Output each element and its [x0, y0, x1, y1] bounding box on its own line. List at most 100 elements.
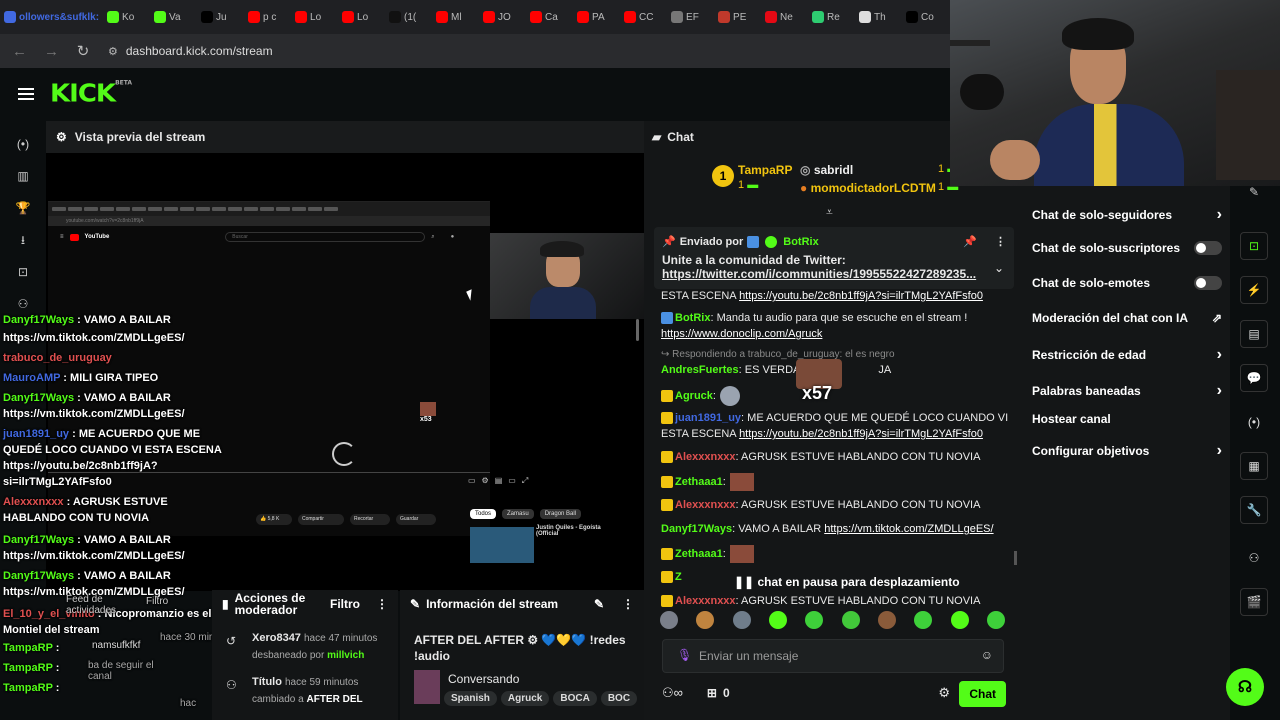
browser-tab[interactable]: Ko: [103, 4, 150, 30]
more-icon[interactable]: ⋮: [995, 235, 1006, 248]
tag[interactable]: Agruck: [500, 691, 550, 706]
chat-setting-item[interactable]: Moderación del chat con IA ⇗: [1032, 311, 1222, 325]
broadcast-icon[interactable]: (•): [1240, 408, 1268, 436]
chat-link[interactable]: https://youtu.be/2c8nb1ff9jA?si=ilrTMgL2…: [739, 290, 983, 302]
broadcast-icon[interactable]: (•): [15, 136, 31, 152]
chat-link[interactable]: https://vm.tiktok.com/ZMDLLgeES/: [824, 523, 993, 535]
chevron-right-icon[interactable]: ›: [1217, 382, 1222, 400]
browser-tab[interactable]: PE: [714, 4, 761, 30]
download-icon[interactable]: ⭳: [15, 232, 31, 248]
camera-frame-icon[interactable]: ⊡: [1240, 232, 1268, 260]
pin-toggle-icon[interactable]: 📌: [963, 235, 977, 248]
browser-tab[interactable]: Lo: [291, 4, 338, 30]
browser-tab[interactable]: ollowers&sufklk:: [0, 4, 103, 30]
chat-username[interactable]: Alexxxnxxx: [675, 595, 736, 607]
emote-icon[interactable]: [914, 611, 933, 629]
emote-icon[interactable]: [805, 611, 824, 629]
emoji-icon[interactable]: ☺: [981, 648, 993, 662]
scan-icon[interactable]: ⊡: [15, 264, 31, 280]
browser-tab[interactable]: Co: [902, 4, 949, 30]
collapse-icon[interactable]: ⩡: [826, 205, 833, 220]
chat-link[interactable]: https://youtu.be/2c8nb1ff9jA?si=ilrTMgL2…: [739, 428, 983, 440]
emote-icon[interactable]: [841, 611, 860, 629]
users-infinity-icon[interactable]: ⚇∞: [662, 685, 683, 701]
support-headset-icon[interactable]: ☊: [1226, 668, 1264, 706]
chevron-down-icon[interactable]: ⌄: [994, 261, 1004, 275]
layout-icon[interactable]: ▦: [1240, 452, 1268, 480]
more-icon[interactable]: ⋮: [622, 597, 634, 611]
emote-icon[interactable]: [768, 611, 787, 629]
mod-item-by[interactable]: millvich: [327, 650, 364, 661]
browser-tab[interactable]: JO: [479, 4, 526, 30]
emote-icon[interactable]: [696, 611, 715, 629]
chat-username[interactable]: juan1891_uy: [675, 412, 741, 424]
chat-username[interactable]: Z: [675, 571, 682, 583]
mod-item-user[interactable]: Xero8347: [252, 632, 301, 644]
gifter-name[interactable]: ● momodictadorLCDTM: [800, 181, 936, 195]
browser-tab[interactable]: PA: [573, 4, 620, 30]
chat-scrollbar[interactable]: [1014, 551, 1017, 565]
trophy-icon[interactable]: 🏆: [15, 200, 31, 216]
preview-scrollbar[interactable]: [636, 319, 639, 341]
more-icon[interactable]: ⋮: [376, 597, 388, 611]
emote-icon[interactable]: [877, 611, 896, 629]
chat-input[interactable]: 🎙 Enviar un mensaje ☺: [662, 639, 1004, 673]
chat-setting-item[interactable]: Configurar objetivos ›: [1032, 442, 1222, 460]
send-chat-button[interactable]: Chat: [959, 681, 1006, 707]
chat-username[interactable]: AndresFuertes: [661, 364, 739, 376]
back-icon[interactable]: ←: [12, 43, 27, 60]
chat-setting-item[interactable]: Palabras baneadas ›: [1032, 382, 1222, 400]
url-field[interactable]: ⚙ dashboard.kick.com/stream: [108, 44, 273, 58]
tag[interactable]: BOC: [600, 691, 638, 706]
lightning-icon[interactable]: ⚡: [1240, 276, 1268, 304]
settings-gear-icon[interactable]: ⚙: [938, 685, 950, 701]
kick-logo[interactable]: KICKBETA: [50, 80, 132, 109]
tag[interactable]: BOCA: [553, 691, 597, 706]
pinned-user[interactable]: BotRix: [783, 236, 818, 248]
browser-tab[interactable]: EF: [667, 4, 714, 30]
chat-username[interactable]: Danyf17Ways: [661, 523, 732, 535]
edit-icon[interactable]: ✎: [594, 597, 604, 611]
menu-icon[interactable]: [18, 88, 34, 100]
chat-setting-item[interactable]: Chat de solo-seguidores ›: [1032, 206, 1222, 224]
browser-tab[interactable]: (1(: [385, 4, 432, 30]
chevron-right-icon[interactable]: ›: [1217, 346, 1222, 364]
toggle-switch[interactable]: [1194, 276, 1222, 290]
browser-tab[interactable]: Lo: [338, 4, 385, 30]
chat-link[interactable]: https://www.donoclip.com/Agruck: [661, 328, 822, 340]
chat-setting-item[interactable]: Chat de solo-emotes: [1032, 276, 1222, 290]
mod-item-user[interactable]: Título: [252, 676, 282, 688]
clapperboard-icon[interactable]: 🎬: [1240, 588, 1268, 616]
pinned-link[interactable]: https://twitter.com/i/communities/199555…: [662, 267, 980, 281]
browser-tab[interactable]: Ml: [432, 4, 479, 30]
gifter-name[interactable]: ◎ sabridl: [800, 163, 853, 177]
microphone-icon[interactable]: 🎙: [677, 648, 692, 662]
emote-icon[interactable]: [950, 611, 969, 629]
chat-setting-item[interactable]: Restricción de edad ›: [1032, 346, 1222, 364]
external-link-icon[interactable]: ⇗: [1212, 311, 1222, 325]
wrench-icon[interactable]: 🔧: [1240, 496, 1268, 524]
chat-username[interactable]: Agruck: [675, 390, 713, 402]
chat-username[interactable]: Zethaaa1: [675, 476, 723, 488]
browser-tab[interactable]: Ju: [197, 4, 244, 30]
chat-setting-item[interactable]: Chat de solo-suscriptores: [1032, 241, 1222, 255]
browser-tab[interactable]: CC: [620, 4, 667, 30]
chat-username[interactable]: Zethaaa1: [675, 548, 723, 560]
site-info-icon[interactable]: ⚙: [108, 45, 118, 58]
emote-icon[interactable]: [660, 611, 678, 629]
points-counter[interactable]: ⊞ 0: [707, 686, 730, 700]
mod-filter-button[interactable]: Filtro: [330, 597, 360, 611]
gifter-name[interactable]: TampaRP: [738, 163, 792, 177]
tag[interactable]: Spanish: [444, 691, 497, 706]
chat-bubble-icon[interactable]: 💬: [1240, 364, 1268, 392]
chat-username[interactable]: Alexxxnxxx: [675, 499, 736, 511]
browser-tab[interactable]: Va: [150, 4, 197, 30]
share-nodes-icon[interactable]: ⚇: [1240, 544, 1268, 572]
chat-username[interactable]: BotRix: [675, 312, 710, 324]
chevron-right-icon[interactable]: ›: [1217, 442, 1222, 460]
browser-tab[interactable]: Ca: [526, 4, 573, 30]
browser-tab[interactable]: Th: [855, 4, 902, 30]
document-icon[interactable]: ▤: [1240, 320, 1268, 348]
analytics-icon[interactable]: ▥: [15, 168, 31, 184]
users-icon[interactable]: ⚇: [15, 296, 31, 312]
